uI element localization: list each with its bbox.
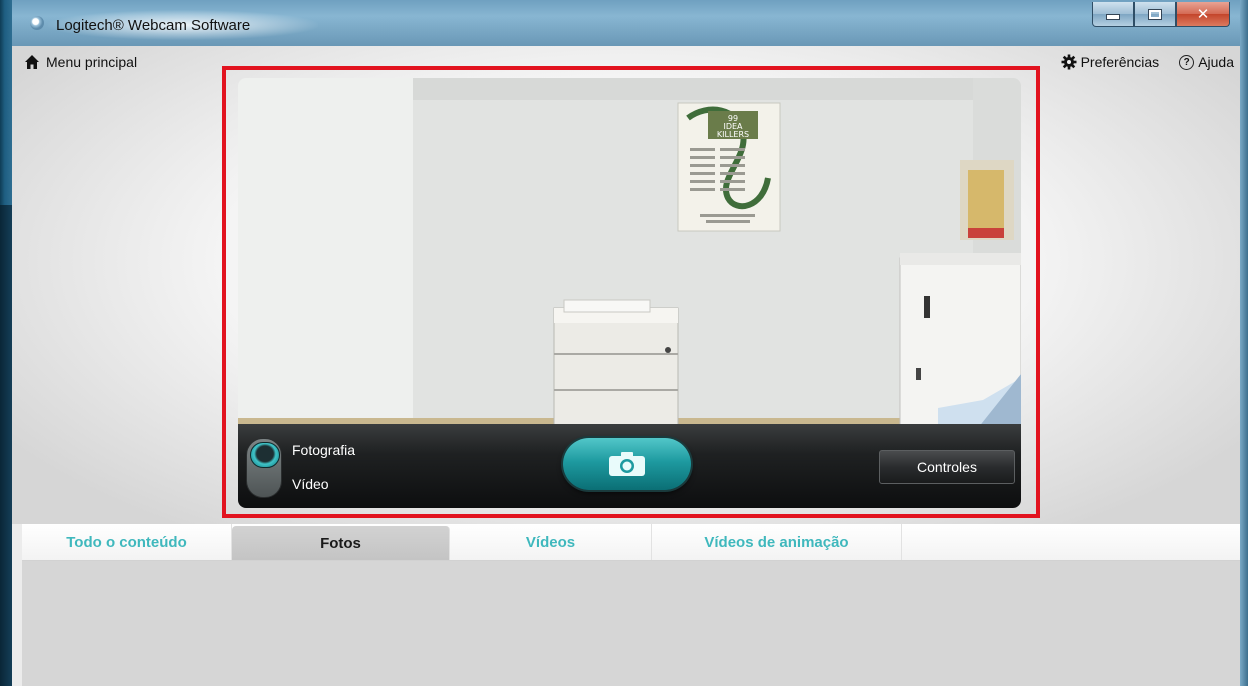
close-button[interactable]: ✕	[1176, 2, 1230, 27]
minimize-icon	[1106, 14, 1120, 20]
title-bar[interactable]: Logitech® Webcam Software ✕	[12, 0, 1240, 46]
mode-label-photo[interactable]: Fotografia	[292, 442, 355, 458]
app-body: Menu principal Preferências ? Ajuda 99 I…	[12, 46, 1240, 686]
controls-button[interactable]: Controles	[879, 450, 1015, 484]
window-frame-left	[0, 0, 12, 686]
help-link[interactable]: ? Ajuda	[1179, 54, 1234, 70]
preferences-link[interactable]: Preferências	[1061, 54, 1160, 70]
tab-photos[interactable]: Fotos	[232, 526, 450, 560]
close-icon: ✕	[1196, 5, 1210, 23]
gear-icon	[1061, 54, 1077, 70]
maximize-button[interactable]	[1134, 2, 1176, 27]
poster-headline-line3: KILLERS	[717, 130, 749, 139]
tab-all-content[interactable]: Todo o conteúdo	[22, 524, 232, 560]
home-link-label: Menu principal	[46, 54, 138, 70]
preferences-label: Preferências	[1080, 54, 1160, 70]
maximize-icon	[1148, 8, 1162, 20]
home-link[interactable]: Menu principal	[24, 54, 137, 70]
camera-feed-image: 99 IDEA KILLERS	[238, 78, 1021, 428]
app-icon	[30, 16, 44, 30]
mode-label-video[interactable]: Vídeo	[292, 476, 329, 492]
window-title: Logitech® Webcam Software	[56, 17, 251, 34]
capture-mode-toggle[interactable]	[246, 438, 282, 498]
tab-animation-videos[interactable]: Vídeos de animação	[652, 524, 902, 560]
window-frame-right	[1240, 0, 1248, 686]
tab-videos[interactable]: Vídeos	[450, 524, 652, 560]
window-controls: ✕	[1092, 2, 1230, 27]
top-right-menu: Preferências ? Ajuda	[1061, 54, 1234, 70]
home-icon	[25, 55, 39, 69]
webcam-preview: 99 IDEA KILLERS Fotografia Vídeo Control…	[238, 78, 1021, 508]
gallery-content-area	[22, 561, 1240, 686]
minimize-button[interactable]	[1092, 2, 1134, 27]
mode-toggle-knob	[250, 442, 280, 468]
gallery-tabs: Todo o conteúdo Fotos Vídeos Vídeos de a…	[22, 524, 1240, 561]
capture-photo-button[interactable]	[563, 438, 691, 490]
capture-control-bar: Fotografia Vídeo Controles	[238, 424, 1021, 508]
help-label: Ajuda	[1198, 54, 1234, 70]
camera-icon	[609, 452, 645, 476]
preview-stage: Menu principal Preferências ? Ajuda 99 I…	[12, 46, 1240, 524]
help-icon: ?	[1179, 54, 1195, 70]
